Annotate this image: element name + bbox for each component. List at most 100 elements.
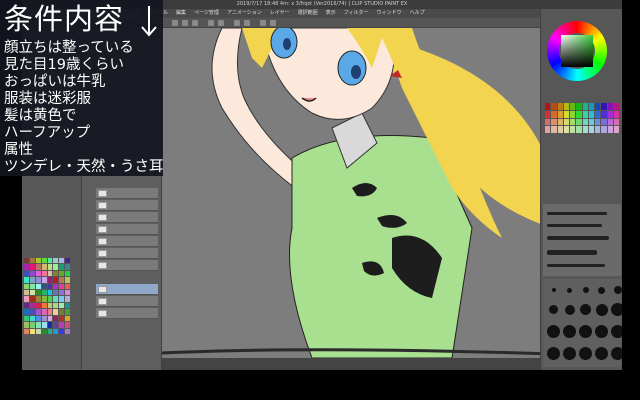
color-set-swatch[interactable] — [35, 328, 41, 334]
brush-size-dot[interactable] — [611, 325, 622, 338]
brush-size-dot[interactable] — [579, 347, 592, 360]
color-palette[interactable] — [545, 103, 619, 133]
brush-size-dot[interactable] — [551, 288, 556, 292]
layer-row[interactable] — [96, 200, 158, 211]
palette-swatch[interactable] — [576, 118, 582, 126]
color-set-swatch[interactable] — [24, 302, 29, 309]
color-set-swatch[interactable] — [47, 290, 53, 296]
color-set-swatch[interactable] — [35, 258, 41, 264]
palette-swatch[interactable] — [613, 110, 619, 118]
palette-swatch[interactable] — [607, 126, 613, 133]
palette-swatch[interactable] — [551, 110, 557, 118]
palette-swatch[interactable] — [557, 110, 563, 118]
color-set-swatch[interactable] — [59, 270, 65, 277]
palette-swatch[interactable] — [588, 110, 594, 118]
palette-swatch[interactable] — [545, 103, 551, 110]
color-set-swatch[interactable] — [29, 328, 35, 334]
color-set-swatch[interactable] — [41, 309, 47, 315]
brush-size-dot[interactable] — [549, 305, 558, 314]
color-set-swatch[interactable] — [35, 322, 41, 328]
palette-swatch[interactable] — [588, 103, 594, 110]
color-set-swatch[interactable] — [24, 264, 29, 270]
brush-size-dot[interactable] — [567, 287, 572, 293]
redo-icon[interactable] — [218, 20, 224, 26]
color-set-swatch[interactable] — [47, 322, 53, 328]
brush-stroke-preview[interactable] — [547, 264, 605, 267]
color-set-swatch[interactable] — [47, 264, 53, 270]
palette-swatch[interactable] — [595, 110, 601, 118]
color-set-swatch[interactable] — [47, 296, 53, 302]
color-set-swatch[interactable] — [24, 296, 29, 302]
color-set-swatch[interactable] — [24, 283, 29, 290]
color-set-swatch[interactable] — [41, 277, 47, 283]
layer-row[interactable] — [96, 260, 158, 271]
color-set-swatch[interactable] — [65, 302, 70, 309]
color-set-swatch[interactable] — [29, 277, 35, 283]
color-set-swatch[interactable] — [29, 315, 35, 322]
brush-list[interactable] — [543, 204, 621, 276]
color-set-swatch[interactable] — [59, 264, 65, 270]
color-set-swatch[interactable] — [29, 309, 35, 315]
palette-swatch[interactable] — [613, 118, 619, 126]
brush-stroke-preview[interactable] — [547, 212, 607, 215]
layer-row[interactable] — [96, 308, 158, 319]
brush-size-dot[interactable] — [579, 325, 592, 338]
palette-swatch[interactable] — [545, 118, 551, 126]
menu-help[interactable]: ヘルプ — [410, 9, 425, 18]
brush-size-dot[interactable] — [595, 325, 608, 338]
color-set-swatch[interactable] — [53, 315, 59, 322]
brush-size-dot[interactable] — [563, 325, 576, 338]
color-set-swatch[interactable] — [53, 270, 59, 277]
color-set-swatch[interactable] — [65, 277, 70, 283]
color-set-swatch[interactable] — [65, 270, 70, 277]
deselect-icon[interactable] — [260, 20, 266, 26]
color-set-swatch[interactable] — [35, 283, 41, 290]
brush-stroke-preview[interactable] — [547, 224, 602, 227]
undo-icon[interactable] — [208, 20, 214, 26]
layer-row[interactable] — [96, 224, 158, 235]
color-set-swatch[interactable] — [65, 258, 70, 264]
color-set-swatch[interactable] — [35, 302, 41, 309]
color-set-swatch[interactable] — [59, 315, 65, 322]
color-set-swatch[interactable] — [59, 328, 65, 334]
color-set-swatch[interactable] — [41, 315, 47, 322]
color-set-swatch[interactable] — [53, 264, 59, 270]
color-set-swatch[interactable] — [47, 302, 53, 309]
color-set-swatch[interactable] — [29, 258, 35, 264]
color-set-swatch[interactable] — [35, 277, 41, 283]
drawing-canvas[interactable] — [162, 28, 552, 358]
palette-swatch[interactable] — [545, 110, 551, 118]
color-set-swatch[interactable] — [35, 315, 41, 322]
palette-swatch[interactable] — [557, 118, 563, 126]
color-set-swatch[interactable] — [59, 277, 65, 283]
menu-layer[interactable]: レイヤー — [270, 9, 290, 18]
color-set-swatch[interactable] — [29, 302, 35, 309]
palette-swatch[interactable] — [601, 110, 607, 118]
brush-size-dot[interactable] — [598, 286, 605, 294]
color-set-palette[interactable] — [24, 258, 70, 334]
color-set-swatch[interactable] — [24, 309, 29, 315]
color-set-swatch[interactable] — [53, 302, 59, 309]
color-set-swatch[interactable] — [59, 309, 65, 315]
color-set-swatch[interactable] — [41, 258, 47, 264]
color-set-swatch[interactable] — [53, 277, 59, 283]
menu-view[interactable]: 表示 — [326, 9, 336, 18]
brush-size-dot[interactable] — [595, 303, 608, 316]
brush-size-dot[interactable] — [564, 304, 575, 315]
palette-swatch[interactable] — [570, 110, 576, 118]
palette-swatch[interactable] — [570, 118, 576, 126]
color-set-swatch[interactable] — [53, 258, 59, 264]
invert-selection-icon[interactable] — [270, 20, 276, 26]
layer-row[interactable] — [96, 236, 158, 247]
color-set-swatch[interactable] — [47, 270, 53, 277]
color-set-swatch[interactable] — [29, 322, 35, 328]
color-set-swatch[interactable] — [24, 315, 29, 322]
color-set-swatch[interactable] — [41, 328, 47, 334]
menu-animation[interactable]: アニメーション — [227, 9, 262, 18]
brush-size-dot[interactable] — [595, 347, 608, 360]
open-icon[interactable] — [182, 20, 188, 26]
menu-window[interactable]: ウィンドウ — [377, 9, 402, 18]
color-set-swatch[interactable] — [35, 309, 41, 315]
color-set-swatch[interactable] — [41, 290, 47, 296]
color-set-swatch[interactable] — [29, 270, 35, 277]
